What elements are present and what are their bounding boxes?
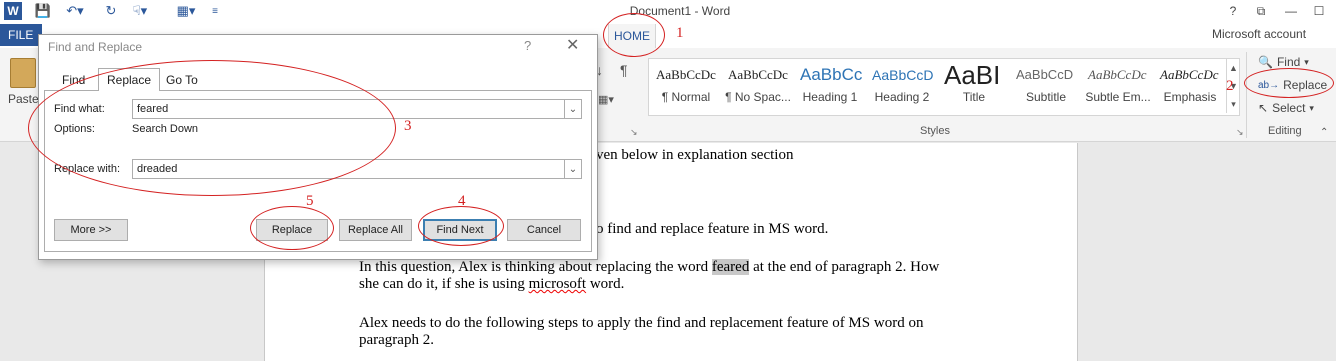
doc-paragraph-2-line-2: paragraph 2. [359,332,434,348]
account-menu[interactable]: Microsoft account [1212,27,1306,41]
more-button[interactable]: More >> [54,219,128,241]
annotation-circle-find-next [418,206,504,246]
doc-text-run: she can do it, if she is using [359,276,529,292]
tab-file[interactable]: FILE [0,24,42,46]
doc-paragraph-1-line-1: In this question, Alex is thinking about… [359,259,939,276]
annotation-ellipse-find-what [28,60,396,196]
dialog-title: Find and Replace [48,40,143,54]
style-name: Title [962,90,986,104]
doc-line: o find and replace feature in MS word. [596,221,829,237]
annotation-circle-replace-button [250,206,334,250]
select-label: Select [1272,101,1306,115]
annotation-number: 5 [306,193,314,209]
annotation-number: 4 [458,193,466,209]
help-button[interactable]: ? [1222,2,1244,20]
style-subtitle[interactable]: AaBbCcD Subtitle [1010,60,1082,114]
style-sample: AaBbCcDc [728,67,788,82]
style-name: Emphasis [1163,90,1217,104]
editing-group-label: Editing [1268,125,1302,137]
misspelled-word: microsoft [528,276,587,292]
style-sample: AaBbCcD [872,67,934,83]
paste-icon[interactable] [10,58,36,88]
annotation-circle-home [603,13,665,57]
style-sample: AaBI [944,60,1001,90]
table-icon[interactable]: ▦▾ [172,2,200,20]
style-emphasis[interactable]: AaBbCcDc Emphasis [1154,60,1226,114]
touch-mode-icon[interactable]: ☟▾ [126,2,154,20]
select-arrow-icon: ↖ [1258,101,1269,115]
doc-paragraph-1-line-2: she can do it, if she is using microsoft… [359,276,624,293]
style-name: Heading 2 [874,90,930,104]
style-sample: AaBbCcD [1016,67,1074,82]
gallery-up-icon[interactable]: ▲ [1226,59,1240,77]
highlighted-word: feared [711,259,750,275]
show-formatting-icon[interactable]: ¶ [620,62,628,78]
doc-text-run: at the end of paragraph 2. How [749,259,940,275]
style-name: Subtle Em... [1085,90,1151,104]
style-no-spacing[interactable]: AaBbCcDc ¶ No Spac... [722,60,794,114]
doc-text-run: word. [586,276,625,292]
customize-toolbar-icon[interactable]: ≡ [208,2,222,20]
styles-group-label: Styles [920,125,950,137]
save-icon[interactable]: 💾 [34,2,52,20]
window-title: Document1 - Word [629,4,731,18]
style-sample: AaBbCcDc [1160,67,1219,82]
dialog-help-button[interactable]: ? [524,38,531,53]
doc-text-run: In this question, Alex is thinking about… [359,259,712,275]
chevron-down-icon[interactable]: ⌄ [564,100,581,118]
close-icon[interactable]: ✕ [566,35,579,55]
style-name: ¶ No Spac... [725,90,791,104]
style-heading-2[interactable]: AaBbCcD Heading 2 [866,60,938,114]
paste-button-label[interactable]: Paste [8,92,39,106]
replace-all-button[interactable]: Replace All [339,219,412,241]
annotation-number: 3 [404,118,412,134]
find-label: Find [1276,55,1301,69]
minimize-button[interactable]: — [1280,2,1302,20]
ribbon-display-button[interactable]: ⧉ [1250,2,1272,20]
select-button[interactable]: ↖ Select ▾ [1258,101,1314,115]
style-sample: AaBbCc [800,65,863,84]
doc-line: ven below in explanation section [596,147,794,163]
style-name: Heading 1 [802,90,858,104]
paragraph-launcher-icon[interactable]: ↘ [630,127,638,138]
style-sample: AaBbCcDc [656,67,716,82]
chevron-down-icon[interactable]: ⌄ [564,160,581,178]
style-normal[interactable]: AaBbCcDc ¶ Normal [650,60,722,114]
gallery-more-icon[interactable]: ▾ [1226,95,1240,113]
style-name: ¶ Normal [661,90,711,104]
chevron-down-icon: ▾ [1309,102,1314,113]
annotation-number: 2 [1226,78,1234,94]
annotation-circle-replace [1244,68,1334,98]
borders-icon[interactable]: ▦▾ [598,93,614,106]
style-subtle-emphasis[interactable]: AaBbCcDc Subtle Em... [1082,60,1154,114]
style-title[interactable]: AaBI Title [938,60,1010,114]
cancel-button[interactable]: Cancel [507,219,581,241]
redo-icon[interactable]: ↻ [102,2,120,20]
word-logo-icon: W [4,2,22,20]
restore-button[interactable]: ☐ [1308,2,1330,20]
style-name: Subtitle [1025,90,1067,104]
style-sample: AaBbCcDc [1088,67,1147,82]
style-heading-1[interactable]: AaBbCc Heading 1 [794,60,866,114]
styles-launcher-icon[interactable]: ↘ [1236,127,1244,138]
binoculars-icon: 🔍 [1258,55,1273,69]
annotation-number: 1 [676,25,684,41]
doc-paragraph-2-line-1: Alex needs to do the following steps to … [359,315,924,331]
collapse-ribbon-icon[interactable]: ⌃ [1320,127,1328,138]
find-button[interactable]: 🔍 Find ▾ [1258,55,1309,69]
chevron-down-icon: ▾ [1304,56,1309,67]
undo-icon[interactable]: ↶▾ [62,2,88,20]
